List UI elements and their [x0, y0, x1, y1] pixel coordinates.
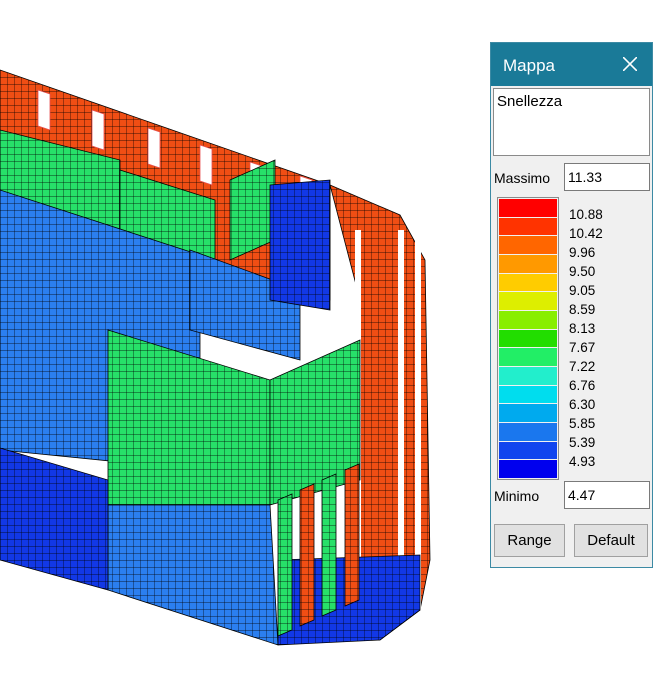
max-input[interactable]: [564, 163, 650, 191]
scale-swatch: [499, 385, 557, 404]
scale-tick-label: 7.22: [569, 359, 596, 374]
scale-swatch: [499, 348, 557, 366]
scale-tick-label: 10.42: [569, 226, 603, 241]
scale-swatch: [499, 404, 557, 422]
scale-swatch: [499, 460, 557, 478]
scale-tick-label: 9.96: [569, 245, 596, 260]
panel-title: Mappa: [503, 56, 555, 75]
scale-tick-label: 6.30: [569, 397, 596, 412]
model-viewport[interactable]: [0, 0, 480, 674]
structure-3d-view: [0, 69, 431, 646]
scale-tick-label: 9.50: [569, 264, 596, 279]
close-button[interactable]: [608, 43, 652, 86]
scale-tick-label: 8.13: [569, 321, 596, 336]
scale-swatch: [499, 217, 557, 236]
scale-tick-label: 5.85: [569, 416, 596, 431]
max-label: Massimo: [494, 170, 551, 186]
scale-swatch: [499, 441, 557, 460]
scale-swatch: [499, 236, 557, 254]
scale-tick-label: 10.88: [569, 207, 603, 222]
scale-tick-label: 6.76: [569, 378, 596, 393]
min-input[interactable]: [564, 481, 650, 509]
scale-tick-label: 8.59: [569, 302, 596, 317]
scale-swatch: [499, 255, 557, 273]
scale-swatch: [499, 311, 557, 329]
default-button[interactable]: Default: [574, 524, 648, 557]
map-panel: Mappa Snellezza Massimo Minimo Range Def…: [490, 42, 653, 568]
scale-swatch: [499, 199, 557, 217]
quantity-box[interactable]: Snellezza: [493, 88, 650, 156]
scale-swatch: [499, 292, 557, 310]
min-label: Minimo: [494, 488, 540, 504]
scale-tick-label: 5.39: [569, 435, 596, 450]
close-icon: [623, 57, 637, 71]
scale-swatch: [499, 423, 557, 441]
scale-tick-label: 7.67: [569, 340, 596, 355]
scale-swatch: [499, 329, 557, 348]
panel-titlebar[interactable]: Mappa: [491, 43, 652, 86]
scale-tick-label: 4.93: [569, 454, 596, 469]
scale-tick-label: 9.05: [569, 283, 596, 298]
range-button[interactable]: Range: [494, 524, 565, 557]
scale-swatch: [499, 367, 557, 385]
color-scale: [497, 197, 559, 480]
scale-swatch: [499, 273, 557, 292]
quantity-label: Snellezza: [497, 93, 563, 110]
